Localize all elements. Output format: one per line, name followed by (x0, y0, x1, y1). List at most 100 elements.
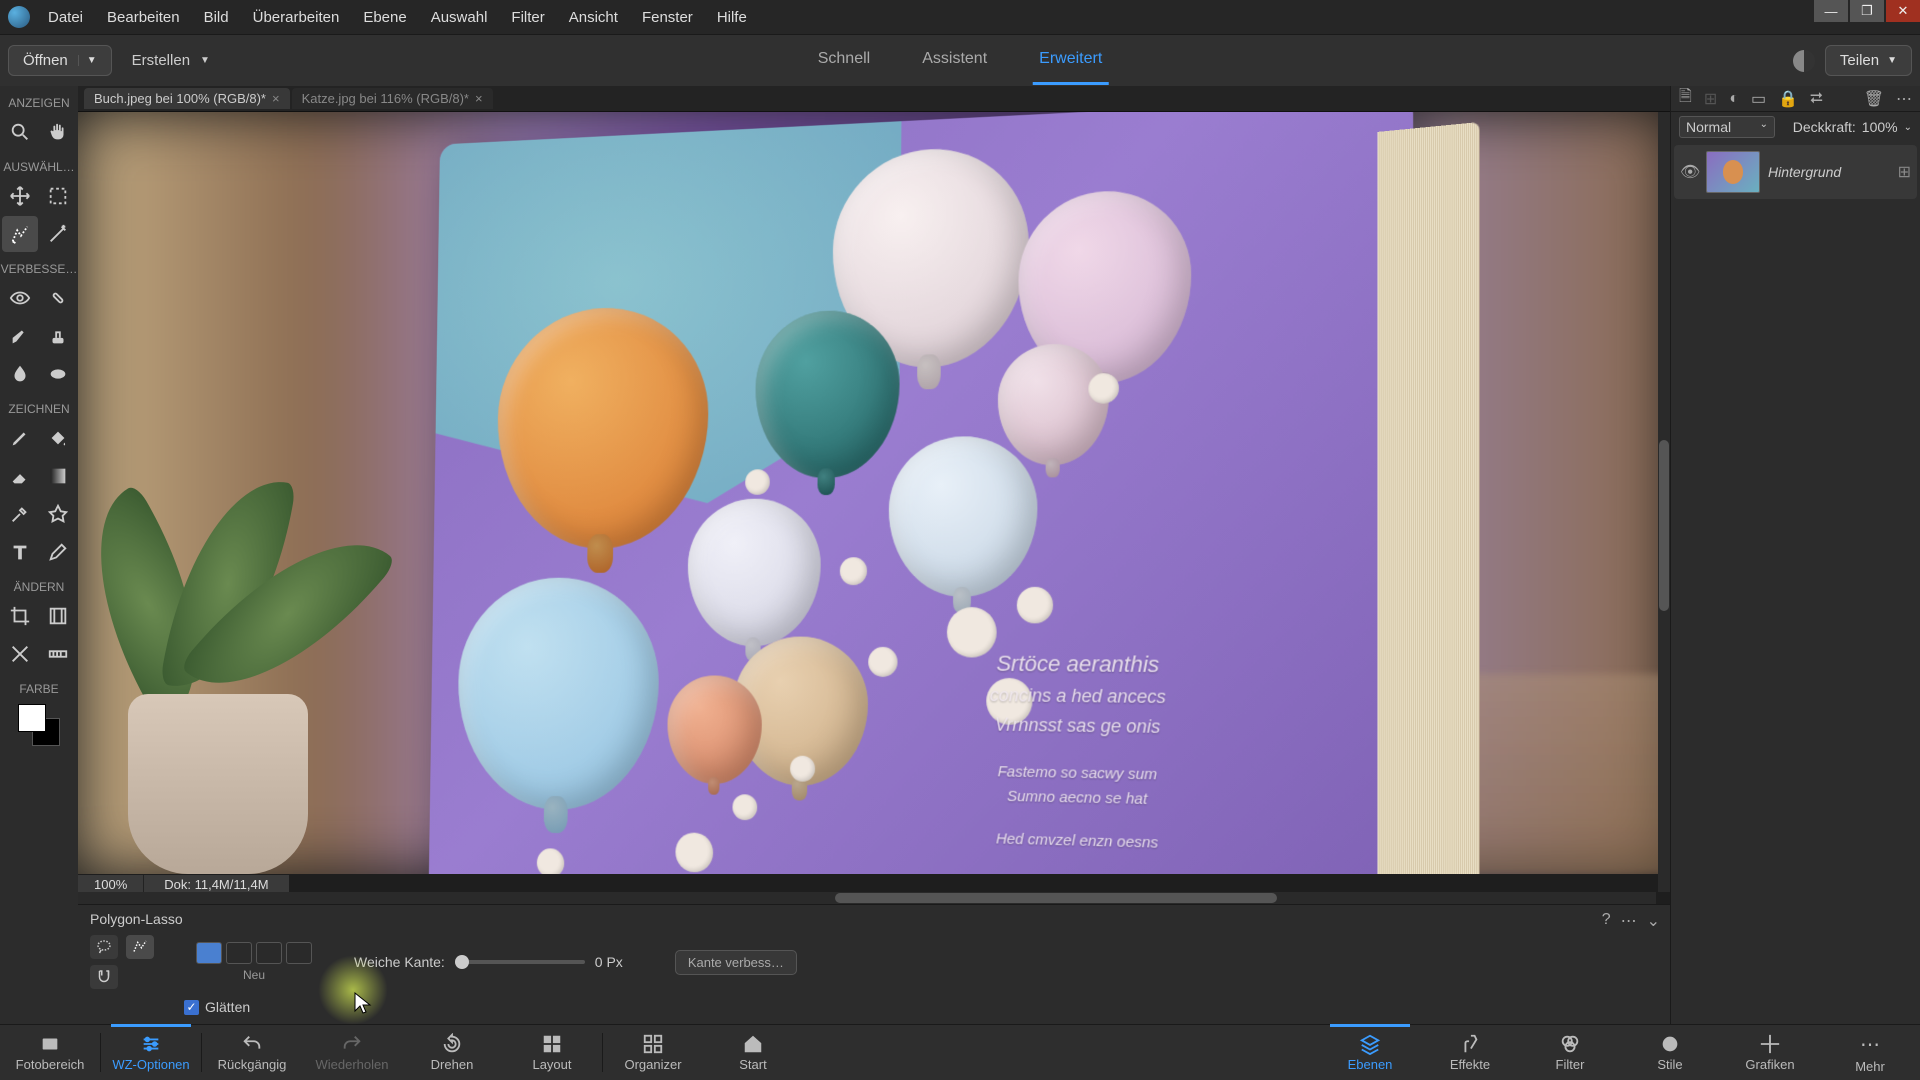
collapse-icon[interactable]: ⌄ (1647, 911, 1660, 931)
layer-group-icon[interactable]: ⊞ (1704, 89, 1717, 109)
doc-info[interactable]: Dok: 11,4M/11,4M (143, 875, 288, 894)
filters-button[interactable]: Filter (1520, 1025, 1620, 1080)
shape-tool[interactable] (40, 496, 76, 532)
theme-toggle-icon[interactable] (1793, 50, 1815, 72)
new-layer-icon[interactable]: 🗎 (1679, 85, 1692, 112)
layer-row[interactable]: 👁 Hintergrund ⊞ (1674, 145, 1917, 199)
lasso-variant-magnetic[interactable] (90, 965, 118, 989)
selection-mode-intersect[interactable] (286, 942, 312, 964)
layers-button[interactable]: Ebenen (1320, 1025, 1420, 1080)
close-tab-icon[interactable]: × (272, 91, 280, 106)
recompose-tool[interactable] (40, 598, 76, 634)
maximize-button[interactable]: ❐ (1850, 0, 1884, 22)
selection-mode-add[interactable] (226, 942, 252, 964)
magic-wand-tool[interactable] (40, 216, 76, 252)
menu-filter[interactable]: Filter (501, 5, 554, 30)
mode-quick[interactable]: Schnell (812, 36, 876, 85)
layer-name[interactable]: Hintergrund (1768, 164, 1841, 180)
effects-button[interactable]: Effekte (1420, 1025, 1520, 1080)
menu-view[interactable]: Ansicht (559, 5, 628, 30)
adjustment-layer-icon[interactable]: ◐ (1729, 90, 1739, 108)
pencil-tool[interactable] (40, 534, 76, 570)
menu-layer[interactable]: Ebene (353, 5, 416, 30)
menu-file[interactable]: Datei (38, 5, 93, 30)
sponge-tool[interactable] (40, 356, 76, 392)
canvas-area[interactable]: Srtöce aeranthis concins a hed ancecs Vr… (78, 112, 1670, 904)
lock-layer-icon[interactable]: 🔒 (1778, 89, 1798, 109)
hand-tool[interactable] (40, 114, 76, 150)
document-tab[interactable]: Katze.jpg bei 116% (RGB/8)*× (292, 88, 493, 109)
styles-button[interactable]: Stile (1620, 1025, 1720, 1080)
layer-thumbnail[interactable] (1706, 151, 1760, 193)
graphics-button[interactable]: Grafiken (1720, 1025, 1820, 1080)
blend-mode-select[interactable]: Normal⌄ (1679, 116, 1775, 138)
healing-tool[interactable] (40, 280, 76, 316)
eyedropper-tool[interactable] (2, 496, 38, 532)
scrollbar-horizontal[interactable] (78, 892, 1656, 904)
close-button[interactable]: ✕ (1886, 0, 1920, 22)
redeye-tool[interactable] (2, 280, 38, 316)
menu-window[interactable]: Fenster (632, 5, 703, 30)
smart-brush-tool[interactable] (2, 318, 38, 354)
color-swatches[interactable] (18, 704, 60, 746)
feather-value[interactable]: 0 Px (595, 954, 623, 970)
panel-menu-icon[interactable]: ⋯ (1896, 89, 1912, 109)
gradient-tool[interactable] (40, 458, 76, 494)
create-button[interactable]: Erstellen▼ (122, 46, 220, 75)
delete-layer-icon[interactable]: 🗑 (1864, 89, 1884, 109)
tool-column: ANZEIGEN AUSWÄHL… VERBESSE… ZEICHNEN (0, 86, 78, 1024)
eraser-tool[interactable] (2, 458, 38, 494)
lasso-tool[interactable] (2, 216, 38, 252)
clone-stamp-tool[interactable] (40, 318, 76, 354)
menu-icon[interactable]: ⋯ (1621, 911, 1637, 931)
layer-lock-icon[interactable]: ⊞ (1898, 162, 1911, 182)
marquee-tool[interactable] (40, 178, 76, 214)
lasso-variant-freehand[interactable] (90, 935, 118, 959)
blur-tool[interactable] (2, 356, 38, 392)
opacity-dropdown-icon[interactable]: ⌄ (1904, 122, 1912, 133)
organizer-button[interactable]: Organizer (603, 1025, 703, 1080)
move-tool[interactable] (2, 178, 38, 214)
mode-expert[interactable]: Erweitert (1033, 36, 1108, 85)
selection-mode-new[interactable] (196, 942, 222, 964)
minimize-button[interactable]: — (1814, 0, 1848, 22)
layout-button[interactable]: Layout (502, 1025, 602, 1080)
mask-icon[interactable]: ▭ (1751, 89, 1766, 109)
lasso-variant-polygon[interactable] (126, 935, 154, 959)
undo-button[interactable]: Rückgängig (202, 1025, 302, 1080)
antialias-checkbox[interactable]: ✓ (184, 1000, 199, 1015)
help-icon[interactable]: ? (1602, 911, 1611, 931)
open-button[interactable]: Öffnen▼ (8, 45, 112, 76)
content-aware-tool[interactable] (2, 636, 38, 672)
photo-bin-button[interactable]: Fotobereich (0, 1025, 100, 1080)
zoom-level[interactable]: 100% (78, 875, 143, 894)
foreground-color-swatch[interactable] (18, 704, 46, 732)
opacity-value[interactable]: 100% (1862, 119, 1898, 135)
home-button[interactable]: Start (703, 1025, 803, 1080)
link-layers-icon[interactable]: ⮂ (1810, 90, 1823, 108)
straighten-tool[interactable] (40, 636, 76, 672)
selection-mode-subtract[interactable] (256, 942, 282, 964)
redo-button[interactable]: Wiederholen (302, 1025, 402, 1080)
share-button[interactable]: Teilen▼ (1825, 45, 1912, 76)
layer-visibility-icon[interactable]: 👁 (1680, 162, 1698, 182)
more-button[interactable]: ⋯Mehr (1820, 1025, 1920, 1080)
menu-select[interactable]: Auswahl (421, 5, 498, 30)
scrollbar-vertical[interactable] (1658, 112, 1670, 892)
menu-help[interactable]: Hilfe (707, 5, 757, 30)
mode-guided[interactable]: Assistent (916, 36, 993, 85)
close-tab-icon[interactable]: × (475, 91, 483, 106)
feather-slider[interactable] (455, 960, 585, 964)
crop-tool[interactable] (2, 598, 38, 634)
tool-options-button[interactable]: WZ-Optionen (101, 1025, 201, 1080)
paint-bucket-tool[interactable] (40, 420, 76, 456)
zoom-tool[interactable] (2, 114, 38, 150)
menu-image[interactable]: Bild (194, 5, 239, 30)
rotate-button[interactable]: Drehen (402, 1025, 502, 1080)
text-tool[interactable] (2, 534, 38, 570)
document-tab-active[interactable]: Buch.jpeg bei 100% (RGB/8)*× (84, 88, 290, 109)
brush-tool[interactable] (2, 420, 38, 456)
menu-edit[interactable]: Bearbeiten (97, 5, 190, 30)
menu-enhance[interactable]: Überarbeiten (243, 5, 350, 30)
refine-edge-button[interactable]: Kante verbess… (675, 950, 797, 975)
